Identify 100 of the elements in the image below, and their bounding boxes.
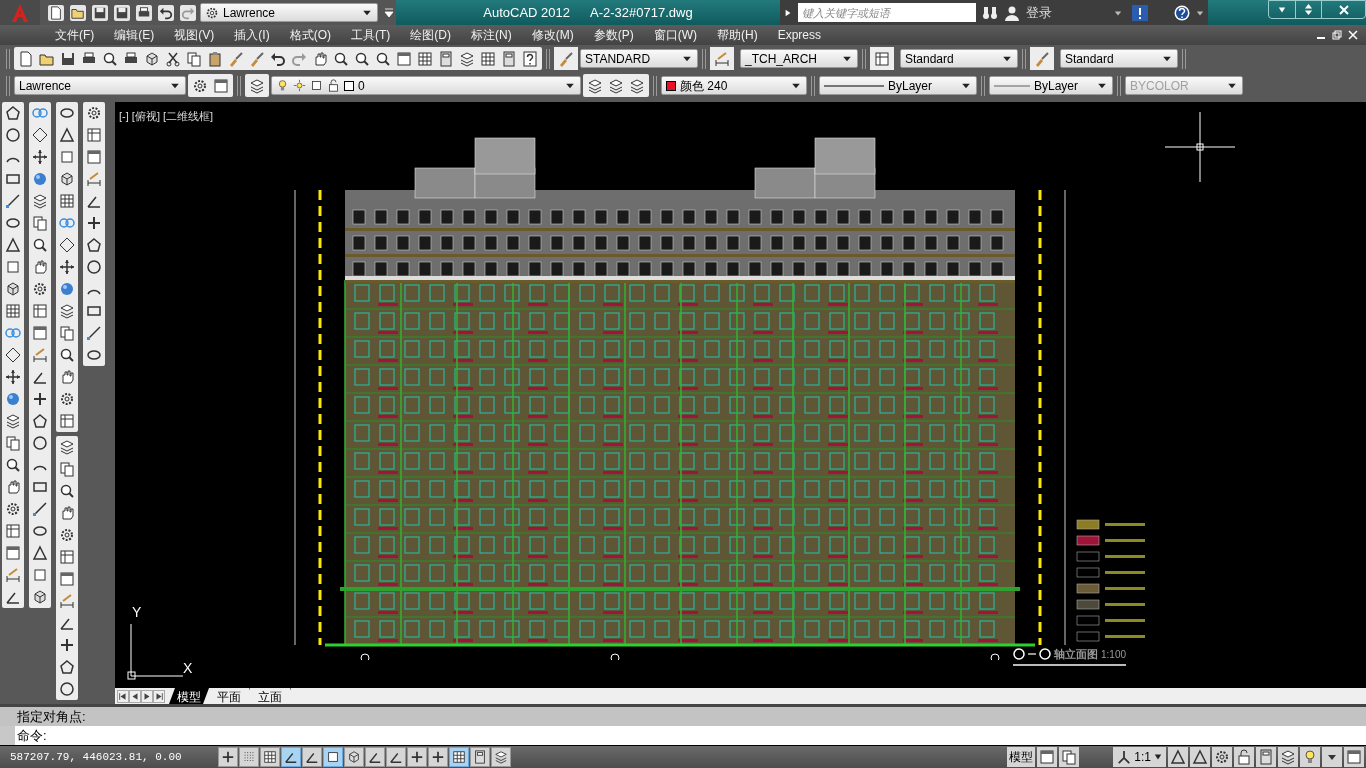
new-file-icon[interactable]	[49, 5, 63, 20]
layers-toggle[interactable]	[491, 747, 511, 767]
exclamation-icon[interactable]	[1132, 4, 1148, 21]
sphere-icon[interactable]	[5, 391, 21, 407]
printer-icon[interactable]	[137, 5, 151, 20]
triangle-icon[interactable]	[32, 545, 48, 561]
gear-icon[interactable]	[59, 527, 75, 543]
rectangle-icon[interactable]	[5, 171, 21, 187]
hand-icon[interactable]	[5, 479, 21, 495]
gear-icon[interactable]	[192, 77, 208, 94]
color-dropdown[interactable]: 颜色 240	[661, 76, 807, 95]
ellipse-icon[interactable]	[86, 347, 102, 363]
caret-icon[interactable]	[1114, 8, 1122, 17]
dimension-icon[interactable]	[32, 347, 48, 363]
crosshair-toggle[interactable]	[428, 747, 448, 767]
copy-icon[interactable]	[186, 50, 202, 67]
grid-toggle[interactable]	[260, 747, 280, 767]
diamond-icon[interactable]	[59, 237, 75, 253]
grid-icon[interactable]	[5, 303, 21, 319]
grid-icon[interactable]	[59, 193, 75, 209]
sphere-icon[interactable]	[32, 171, 48, 187]
calculator-icon[interactable]	[1258, 749, 1274, 765]
restore-icon[interactable]	[1332, 30, 1342, 40]
menu-item[interactable]: Express	[777, 26, 821, 44]
tab-nav-icon[interactable]	[117, 689, 129, 703]
zoom-icon[interactable]	[59, 347, 75, 363]
dimension-icon[interactable]	[59, 593, 75, 609]
zoom-icon[interactable]	[102, 50, 118, 67]
model-space-button[interactable]: 模型	[1007, 747, 1036, 767]
help-icon[interactable]	[1174, 4, 1190, 21]
window-icon[interactable]	[396, 50, 412, 67]
gear-icon[interactable]	[86, 105, 102, 121]
angle-toggle[interactable]	[281, 747, 301, 767]
copy-icon[interactable]	[1061, 749, 1078, 765]
layers-icon[interactable]	[608, 77, 624, 94]
save-icon[interactable]	[93, 5, 107, 20]
save-icon[interactable]	[115, 5, 129, 20]
circle-icon[interactable]	[86, 259, 102, 275]
clipboard-icon[interactable]	[207, 50, 223, 67]
gear-icon[interactable]	[205, 5, 219, 20]
workspace-dropdown[interactable]: Lawrence	[200, 3, 378, 22]
window-icon[interactable]	[86, 149, 102, 165]
menu-item[interactable]: 参数(P)	[593, 26, 634, 44]
square-toggle[interactable]	[323, 747, 343, 767]
layers-icon[interactable]	[587, 77, 603, 94]
angle-toggle[interactable]	[302, 747, 322, 767]
window-icon[interactable]	[1346, 749, 1362, 765]
window-icon[interactable]	[59, 571, 75, 587]
line-icon[interactable]	[5, 193, 21, 209]
rings-icon[interactable]	[5, 325, 21, 341]
ellipse-icon[interactable]	[59, 105, 75, 121]
zoom-icon[interactable]	[333, 50, 349, 67]
copy-icon[interactable]	[59, 325, 75, 341]
hand-icon[interactable]	[32, 259, 48, 275]
triangle-icon[interactable]	[59, 127, 75, 143]
layers-icon[interactable]	[59, 439, 75, 455]
square-icon[interactable]	[310, 79, 323, 92]
brush-icon[interactable]	[249, 50, 265, 67]
linetype-dropdown[interactable]: ByLayer	[819, 76, 977, 95]
sign-in-button[interactable]: 登录	[1026, 2, 1108, 23]
hand-icon[interactable]	[59, 505, 75, 521]
layout-tab[interactable]: 模型	[169, 688, 209, 704]
crosshair-icon[interactable]	[86, 215, 102, 231]
crosshair-toggle[interactable]	[407, 747, 427, 767]
cube-toggle[interactable]	[344, 747, 364, 767]
move-arrows-icon[interactable]	[32, 149, 48, 165]
tab-nav-icon[interactable]	[153, 689, 165, 703]
calculator-toggle[interactable]	[470, 747, 490, 767]
hand-icon[interactable]	[312, 50, 328, 67]
zoom-icon[interactable]	[32, 237, 48, 253]
new-file-icon[interactable]	[18, 50, 34, 67]
menu-item[interactable]: 窗口(W)	[653, 26, 697, 44]
circle-icon[interactable]	[5, 127, 21, 143]
rings-icon[interactable]	[59, 215, 75, 231]
rectangle-icon[interactable]	[86, 303, 102, 319]
diamond-icon[interactable]	[32, 127, 48, 143]
table-icon[interactable]	[86, 127, 102, 143]
table-icon[interactable]	[59, 413, 75, 429]
menu-item[interactable]: 格式(O)	[289, 26, 331, 44]
window-icon[interactable]	[213, 77, 229, 94]
layers-icon[interactable]	[5, 413, 21, 429]
drawing-canvas[interactable]: [-] [俯视] [二维线框] 轴立面图 1:100 Y X	[115, 102, 1366, 688]
brush-icon[interactable]	[558, 50, 574, 67]
menu-item[interactable]: 绘图(D)	[410, 26, 451, 44]
tab-nav-icon[interactable]	[141, 689, 153, 703]
line-icon[interactable]	[32, 501, 48, 517]
menu-item[interactable]: 插入(I)	[234, 26, 270, 44]
search-field[interactable]: 键入关键字或短语	[798, 3, 976, 22]
copy-icon[interactable]	[59, 461, 75, 477]
coordinates-readout[interactable]: 587207.79, 446023.81, 0.00	[0, 748, 218, 766]
ellipse-icon[interactable]	[32, 523, 48, 539]
copy-icon[interactable]	[5, 435, 21, 451]
polygon-icon[interactable]	[5, 105, 21, 121]
move-arrows-icon[interactable]	[5, 369, 21, 385]
layers-icon[interactable]	[459, 50, 475, 67]
menu-item[interactable]: 标注(N)	[471, 26, 512, 44]
square-icon[interactable]	[5, 259, 21, 275]
calculator-icon[interactable]	[438, 50, 454, 67]
cube-icon[interactable]	[32, 589, 48, 605]
workspace-dropdown[interactable]: Lawrence	[14, 76, 186, 95]
